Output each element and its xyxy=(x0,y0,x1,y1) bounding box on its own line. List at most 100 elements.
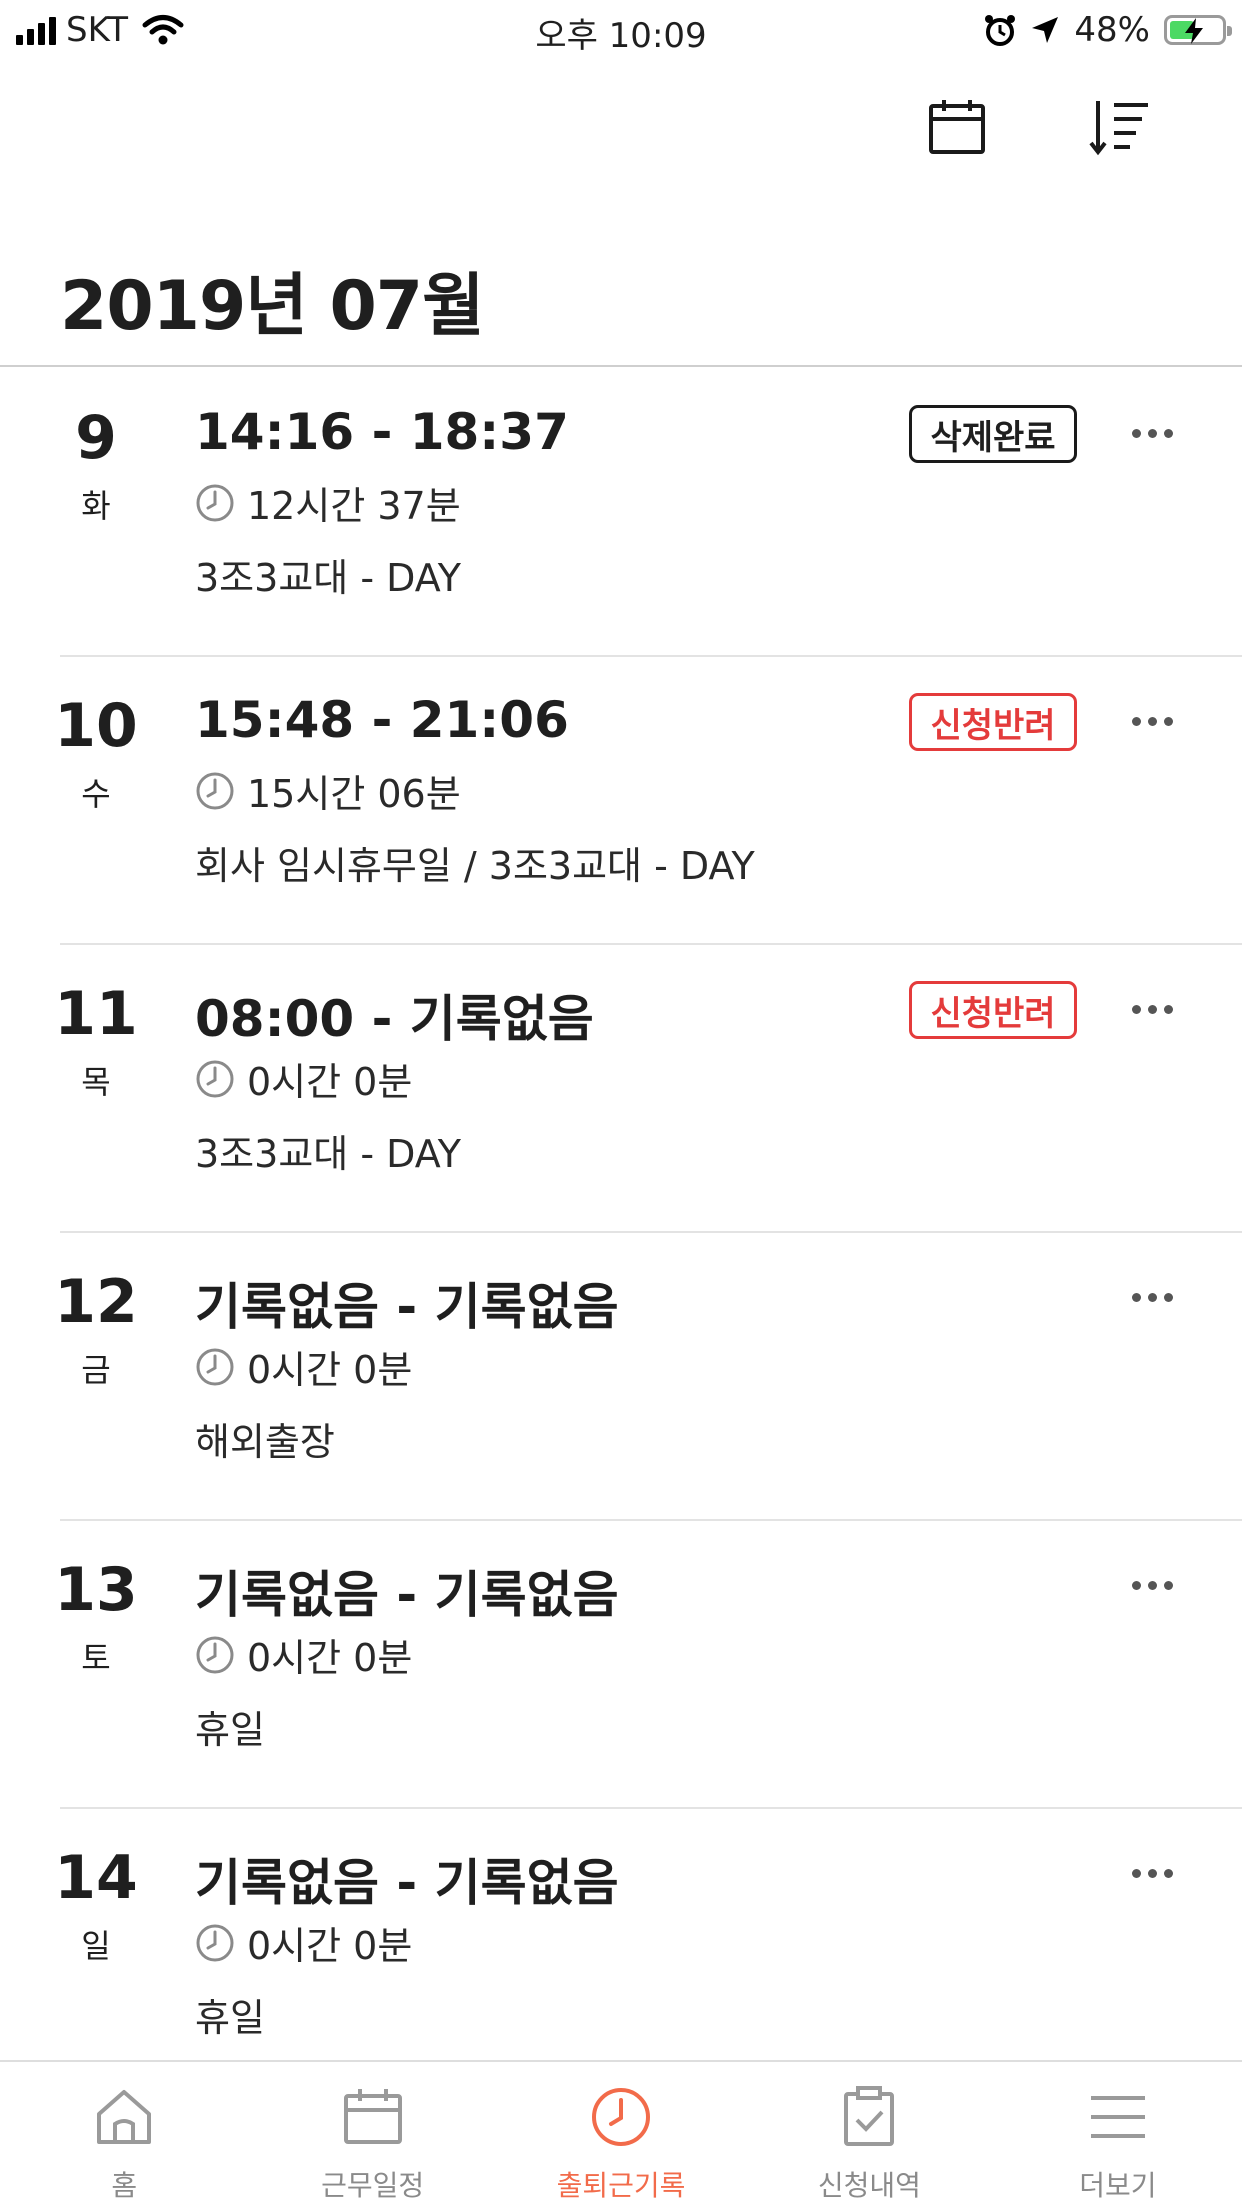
record-day: 11 xyxy=(54,979,138,1049)
record-shift: 휴일 xyxy=(195,1708,265,1752)
record-weekday: 일 xyxy=(81,1927,111,1965)
status-badge: 신청반려 xyxy=(909,981,1077,1039)
calendar-button[interactable] xyxy=(922,92,992,162)
record-row[interactable]: 12 금 기록없음 - 기록없음 0시간 0분 해외출장 xyxy=(0,1231,1242,1519)
record-day: 9 xyxy=(75,403,117,473)
record-row[interactable]: 9 화 14:16 - 18:37 12시간 37분 3조3교대 - DAY 삭… xyxy=(0,367,1242,655)
page-title: 2019년 07월 xyxy=(60,267,485,346)
record-row[interactable]: 10 수 15:48 - 21:06 15시간 06분 회사 임시휴무일 / 3… xyxy=(0,655,1242,943)
alarm-icon xyxy=(985,15,1016,46)
clock-icon xyxy=(196,1348,234,1385)
more-dot xyxy=(1163,1004,1173,1014)
more-dot xyxy=(1147,716,1157,726)
record-duration: 0시간 0분 xyxy=(195,1051,412,1106)
record-time-range: 15:48 - 21:06 xyxy=(195,691,569,749)
record-time-range: 기록없음 - 기록없음 xyxy=(195,1566,619,1624)
more-dot xyxy=(1163,1868,1173,1878)
tab-label: 홈 xyxy=(111,2169,138,2202)
record-weekday: 목 xyxy=(81,1063,111,1101)
record-weekday: 금 xyxy=(81,1351,111,1389)
record-duration-text: 0시간 0분 xyxy=(247,1060,413,1104)
more-dot xyxy=(1147,428,1157,438)
more-dot xyxy=(1163,1292,1173,1302)
tab-menu[interactable]: 더보기 xyxy=(994,2062,1242,2208)
record-shift: 3조3교대 - DAY xyxy=(195,556,461,600)
clipboard-check-icon xyxy=(836,2084,902,2150)
tab-bar: 홈 근무일정 출퇴근기록 신청내역 더보기 xyxy=(0,2060,1242,2208)
more-options-button[interactable] xyxy=(1122,413,1182,453)
clock-icon xyxy=(196,1060,234,1097)
record-shift: 3조3교대 - DAY xyxy=(195,1132,461,1176)
more-dot xyxy=(1131,1868,1141,1878)
record-row[interactable]: 11 목 08:00 - 기록없음 0시간 0분 3조3교대 - DAY 신청반… xyxy=(0,943,1242,1231)
record-duration-text: 0시간 0분 xyxy=(247,1636,413,1680)
home-icon xyxy=(91,2084,157,2150)
tab-home[interactable]: 홈 xyxy=(0,2062,248,2208)
record-day: 13 xyxy=(54,1555,138,1625)
more-options-button[interactable] xyxy=(1122,701,1182,741)
sort-icon xyxy=(1089,101,1148,156)
more-dot xyxy=(1163,1580,1173,1590)
record-weekday: 화 xyxy=(81,487,111,525)
tab-label: 더보기 xyxy=(1079,2169,1157,2202)
location-arrow-icon xyxy=(1032,17,1059,43)
record-duration-text: 0시간 0분 xyxy=(247,1924,413,1968)
more-dot xyxy=(1147,1580,1157,1590)
attendance-records-screen: SKT 오후 10:09 48% 2019년 07월 9 화 14:16 - 1… xyxy=(0,0,1242,2208)
more-options-button[interactable] xyxy=(1122,1853,1182,1893)
menu-icon xyxy=(1085,2084,1151,2150)
status-right: 48% xyxy=(984,10,1232,50)
sort-button[interactable] xyxy=(1085,92,1155,162)
record-shift: 휴일 xyxy=(195,1996,265,2040)
more-options-button[interactable] xyxy=(1122,989,1182,1029)
record-shift: 회사 임시휴무일 / 3조3교대 - DAY xyxy=(195,844,755,888)
record-time-range: 14:16 - 18:37 xyxy=(195,403,569,461)
record-time-range: 기록없음 - 기록없음 xyxy=(195,1854,619,1912)
tab-label: 출퇴근기록 xyxy=(556,2169,686,2202)
more-dot xyxy=(1131,428,1141,438)
tab-clipboard-check[interactable]: 신청내역 xyxy=(745,2062,993,2208)
more-options-button[interactable] xyxy=(1122,1277,1182,1317)
record-duration-text: 15시간 06분 xyxy=(247,772,461,816)
more-dot xyxy=(1131,716,1141,726)
battery-icon xyxy=(1164,15,1232,45)
clock-icon xyxy=(196,484,234,521)
record-day: 10 xyxy=(54,691,138,761)
clock-icon xyxy=(196,772,234,809)
record-duration-text: 12시간 37분 xyxy=(247,484,461,528)
record-duration-text: 0시간 0분 xyxy=(247,1348,413,1392)
record-time-range: 08:00 - 기록없음 xyxy=(195,990,594,1048)
record-weekday: 토 xyxy=(81,1639,111,1677)
tab-label: 신청내역 xyxy=(817,2169,921,2202)
record-row[interactable]: 14 일 기록없음 - 기록없음 0시간 0분 휴일 xyxy=(0,1807,1242,2095)
record-time-range: 기록없음 - 기록없음 xyxy=(195,1278,619,1336)
record-shift: 해외출장 xyxy=(195,1420,335,1464)
clock-icon xyxy=(196,1924,234,1961)
status-badge: 신청반려 xyxy=(909,693,1077,751)
more-dot xyxy=(1131,1580,1141,1590)
record-list: 9 화 14:16 - 18:37 12시간 37분 3조3교대 - DAY 삭… xyxy=(0,367,1242,2095)
more-dot xyxy=(1147,1292,1157,1302)
record-duration: 12시간 37분 xyxy=(195,475,461,530)
more-dot xyxy=(1163,716,1173,726)
record-duration: 15시간 06분 xyxy=(195,763,461,818)
more-dot xyxy=(1131,1292,1141,1302)
calendar-icon xyxy=(929,100,985,154)
record-duration: 0시간 0분 xyxy=(195,1627,412,1682)
record-duration: 0시간 0분 xyxy=(195,1339,412,1394)
more-options-button[interactable] xyxy=(1122,1565,1182,1605)
record-day: 14 xyxy=(54,1843,138,1913)
calendar-icon xyxy=(340,2084,406,2150)
tab-clock[interactable]: 출퇴근기록 xyxy=(497,2062,745,2208)
record-row[interactable]: 13 토 기록없음 - 기록없음 0시간 0분 휴일 xyxy=(0,1519,1242,1807)
charging-bolt-icon xyxy=(1185,18,1203,44)
tab-calendar[interactable]: 근무일정 xyxy=(248,2062,496,2208)
more-dot xyxy=(1163,428,1173,438)
record-duration: 0시간 0분 xyxy=(195,1915,412,1970)
more-dot xyxy=(1131,1004,1141,1014)
clock-icon xyxy=(196,1636,234,1673)
more-dot xyxy=(1147,1868,1157,1878)
record-day: 12 xyxy=(54,1267,138,1337)
status-badge: 삭제완료 xyxy=(909,405,1077,463)
battery-percent: 48% xyxy=(1074,10,1150,50)
